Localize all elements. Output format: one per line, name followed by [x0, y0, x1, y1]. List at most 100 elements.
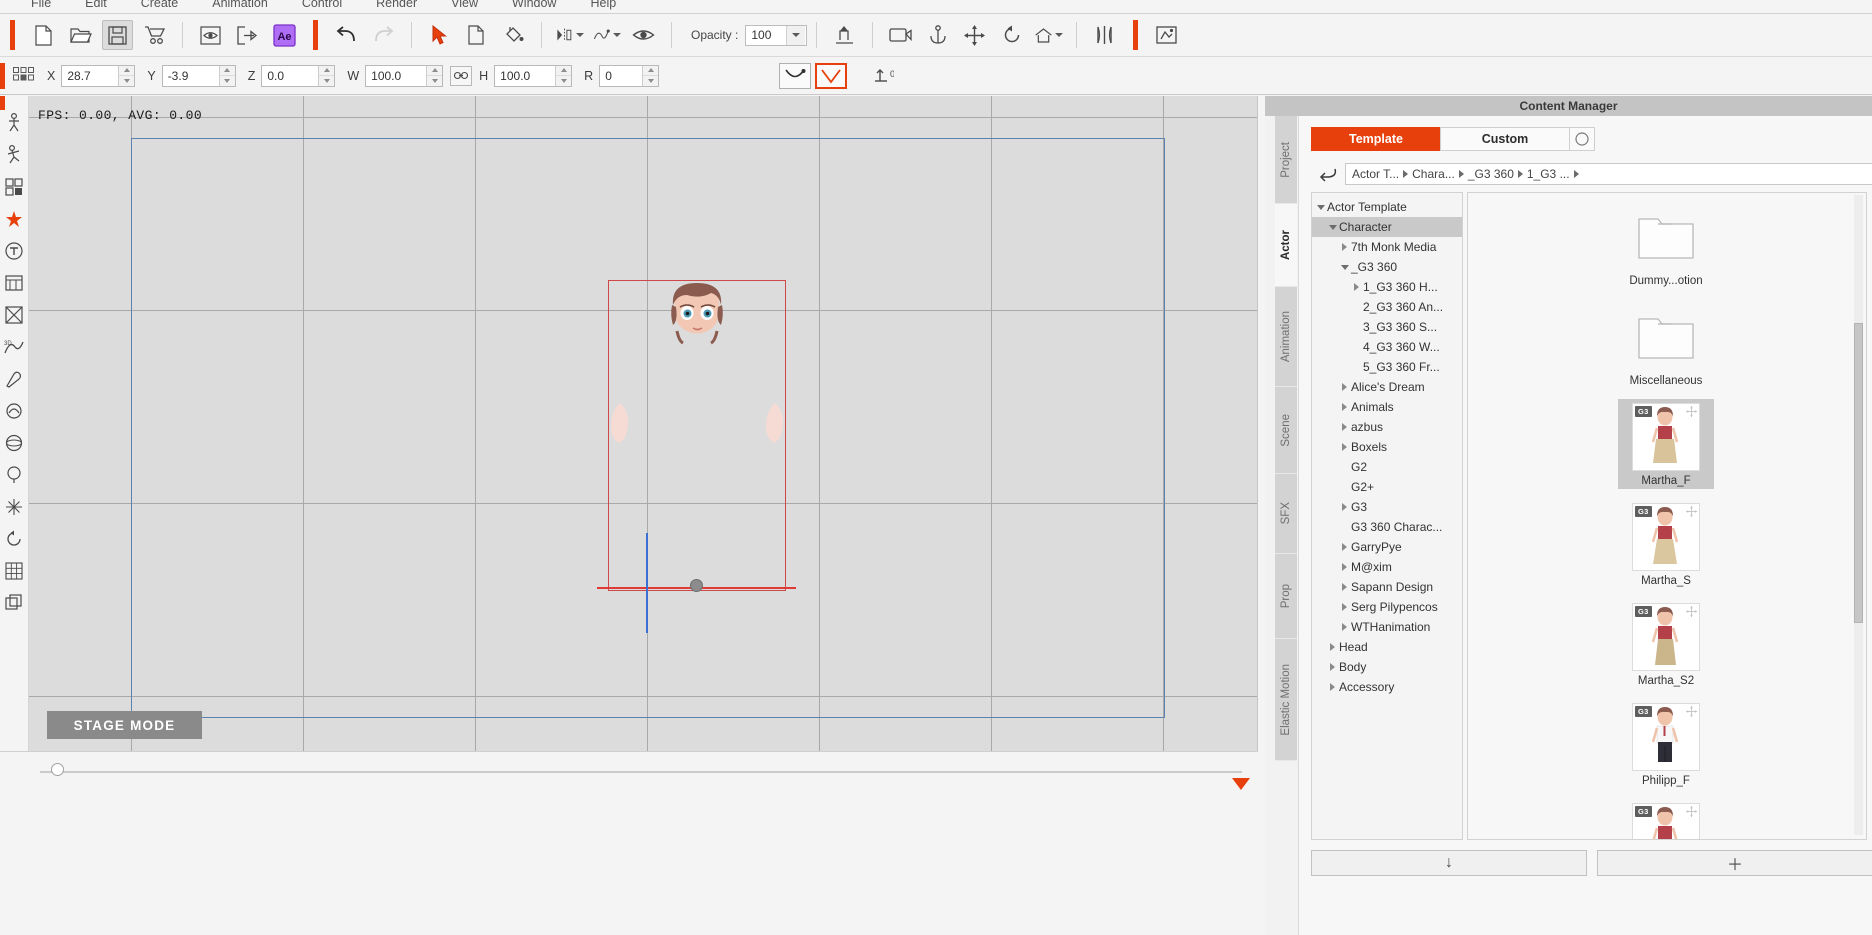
text-tool-icon[interactable]: [3, 240, 25, 262]
menu-item-create[interactable]: Create: [124, 0, 196, 13]
tree-node[interactable]: Alice's Dream: [1312, 377, 1462, 397]
x-stepper-down[interactable]: [119, 76, 134, 86]
camera-button[interactable]: [885, 20, 916, 50]
tab-template[interactable]: Template: [1311, 127, 1441, 151]
tree-node[interactable]: azbus: [1312, 417, 1462, 437]
grid-snap-tool-icon[interactable]: [3, 560, 25, 582]
spring-edit-tool-icon[interactable]: [3, 400, 25, 422]
chevron-down-icon[interactable]: [1314, 197, 1327, 217]
tree-node[interactable]: G2+: [1312, 477, 1462, 497]
download-button[interactable]: ↓: [1311, 850, 1587, 876]
tree-node[interactable]: Actor Template: [1312, 197, 1462, 217]
tree-node[interactable]: _G3 360: [1312, 257, 1462, 277]
z-stepper-down[interactable]: [319, 76, 334, 86]
asset-item[interactable]: G3: [1618, 799, 1714, 839]
puppet-tool-icon[interactable]: [3, 208, 25, 230]
y-axis-gizmo[interactable]: [646, 533, 648, 633]
menu-item-help[interactable]: Help: [573, 0, 633, 13]
baseline-button[interactable]: 0: [868, 61, 899, 91]
dock-tab-elastic-motion[interactable]: Elastic Motion: [1275, 639, 1297, 761]
chevron-right-icon[interactable]: [1338, 537, 1351, 557]
after-effects-button[interactable]: Ae: [269, 20, 300, 50]
pivot-handle[interactable]: [690, 579, 703, 592]
loop-tool-icon[interactable]: [3, 528, 25, 550]
breadcrumb-item-3[interactable]: 1_G3 ...: [1527, 167, 1570, 181]
mirror-view-button[interactable]: [1089, 20, 1120, 50]
smile-curve-button[interactable]: [779, 62, 812, 89]
redo-button[interactable]: [368, 20, 399, 50]
select-tool-button[interactable]: [424, 20, 455, 50]
chevron-right-icon[interactable]: [1338, 557, 1351, 577]
w-stepper-up[interactable]: [427, 66, 443, 76]
z-stepper[interactable]: [318, 65, 335, 86]
duplicate-tool-button[interactable]: [461, 20, 492, 50]
timeline-playhead-knob[interactable]: [51, 763, 64, 776]
tree-node[interactable]: Sapann Design: [1312, 577, 1462, 597]
menu-item-window[interactable]: Window: [495, 0, 573, 13]
check-curve-button[interactable]: [815, 62, 848, 89]
r-stepper[interactable]: [642, 65, 659, 86]
align-tool-button[interactable]: [829, 20, 860, 50]
layers-tool-icon[interactable]: [3, 176, 25, 198]
x-field[interactable]: [61, 64, 136, 87]
chevron-right-icon[interactable]: [1338, 597, 1351, 617]
chevron-down-icon[interactable]: [1326, 217, 1339, 237]
chevron-right-icon[interactable]: [1350, 277, 1363, 297]
opacity-input[interactable]: [746, 25, 787, 45]
marketplace-button[interactable]: [139, 20, 170, 50]
z-stepper-up[interactable]: [319, 66, 335, 76]
w-field[interactable]: [365, 64, 444, 87]
menu-item-render[interactable]: Render: [359, 0, 434, 13]
breadcrumb-item-0[interactable]: Actor T...: [1352, 167, 1399, 181]
save-project-button[interactable]: [102, 20, 133, 50]
breadcrumb[interactable]: Actor T... Chara... _G3 360 1_G3 ...: [1345, 163, 1872, 185]
y-field[interactable]: [161, 64, 236, 87]
x-stepper[interactable]: [118, 65, 135, 86]
y-stepper-up[interactable]: [219, 66, 235, 76]
tree-node[interactable]: GarryPye: [1312, 537, 1462, 557]
content-tree[interactable]: Actor Template Character 7th Monk Media _G3…: [1311, 192, 1463, 840]
stage-viewport[interactable]: STAGE MODE: [0, 96, 1258, 751]
folder-item[interactable]: Miscellaneous: [1618, 299, 1714, 389]
tree-node[interactable]: Body: [1312, 657, 1462, 677]
tree-node[interactable]: G2: [1312, 457, 1462, 477]
timeline-tool-icon[interactable]: [3, 272, 25, 294]
asset-item[interactable]: G3 Martha_S2: [1618, 599, 1714, 689]
breadcrumb-item-2[interactable]: _G3 360: [1468, 167, 1514, 181]
grid-mode-button[interactable]: [13, 66, 35, 85]
r-stepper-down[interactable]: [643, 76, 658, 86]
tree-node[interactable]: Serg Pilypencos: [1312, 597, 1462, 617]
tree-node[interactable]: M@xim: [1312, 557, 1462, 577]
tree-node[interactable]: 7th Monk Media: [1312, 237, 1462, 257]
pose-tool-icon[interactable]: [3, 144, 25, 166]
tree-node[interactable]: 1_G3 360 H...: [1312, 277, 1462, 297]
tree-node[interactable]: 4_G3 360 W...: [1312, 337, 1462, 357]
timeline-end-marker[interactable]: [1232, 778, 1250, 790]
render-preview-button[interactable]: [1151, 20, 1182, 50]
anchor-button[interactable]: [922, 20, 953, 50]
chevron-right-icon[interactable]: [1326, 637, 1339, 657]
paint-tool-button[interactable]: [498, 20, 529, 50]
y-input[interactable]: [162, 65, 219, 86]
motion-curve-tool-icon[interactable]: 3D: [3, 336, 25, 358]
dock-tab-scene[interactable]: Scene: [1275, 387, 1297, 474]
r-input[interactable]: [600, 65, 643, 86]
x-input[interactable]: [62, 65, 119, 86]
bone-tool-icon[interactable]: [3, 112, 25, 134]
chevron-right-icon[interactable]: [1338, 417, 1351, 437]
thumbnail-grid[interactable]: Dummy...otion Miscellaneous G3 Martha_F G…: [1467, 192, 1867, 840]
tree-node[interactable]: Head: [1312, 637, 1462, 657]
add-button[interactable]: ＋: [1597, 850, 1872, 876]
dock-tab-project[interactable]: Project: [1275, 116, 1297, 204]
opacity-combo[interactable]: [745, 24, 808, 46]
visibility-toggle-button[interactable]: [628, 20, 659, 50]
tree-node[interactable]: Boxels: [1312, 437, 1462, 457]
chevron-right-icon[interactable]: [1338, 397, 1351, 417]
menu-item-view[interactable]: View: [434, 0, 495, 13]
opacity-dropdown-arrow[interactable]: [786, 25, 806, 45]
tree-node[interactable]: 5_G3 360 Fr...: [1312, 357, 1462, 377]
spring-tool-button[interactable]: [591, 20, 622, 50]
new-project-button[interactable]: [28, 20, 59, 50]
chevron-right-icon[interactable]: [1338, 577, 1351, 597]
menu-item-edit[interactable]: Edit: [68, 0, 124, 13]
